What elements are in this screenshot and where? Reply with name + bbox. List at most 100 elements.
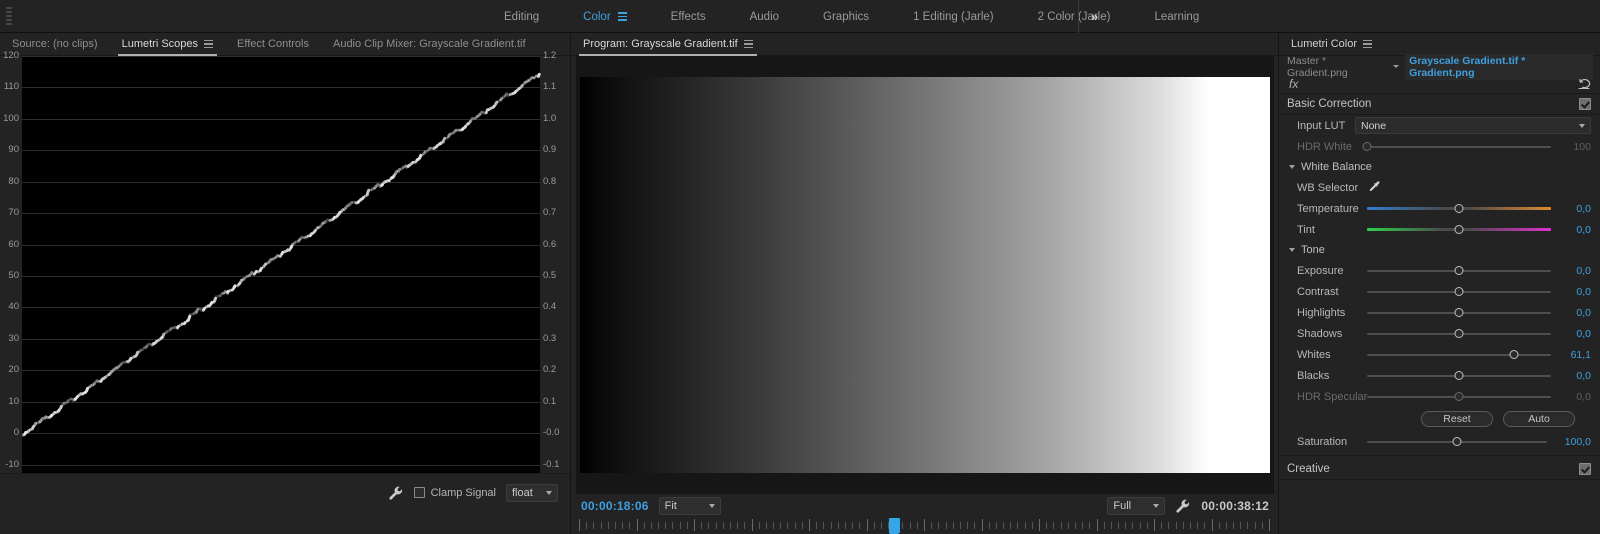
clamp-signal-label: Clamp Signal — [430, 486, 496, 499]
timeline-scrubber[interactable] — [576, 518, 1274, 534]
saturation-slider[interactable] — [1367, 435, 1547, 449]
saturation-value[interactable]: 100,0 — [1547, 436, 1591, 448]
slider-knob[interactable] — [1454, 308, 1464, 317]
scope-right-tick: 0.1 — [543, 395, 557, 407]
scope-format-value: float — [512, 486, 533, 499]
left-panel-tab-2[interactable]: Effect Controls — [225, 33, 321, 56]
hamburger-icon[interactable] — [617, 12, 627, 21]
tab-lumetri-color[interactable]: Lumetri Color — [1279, 33, 1384, 56]
tone-slider-control[interactable] — [1367, 327, 1551, 341]
tab-program-monitor[interactable]: Program: Grayscale Gradient.tif — [571, 33, 765, 56]
input-lut-label: Input LUT — [1297, 119, 1346, 132]
workspace-tab-audio[interactable]: Audio — [728, 0, 801, 33]
eyedropper-icon[interactable] — [1367, 180, 1591, 196]
slider-knob[interactable] — [1454, 287, 1464, 296]
playback-resolution-dropdown[interactable]: Full — [1107, 497, 1166, 515]
current-timecode[interactable]: 00:00:18:06 — [581, 499, 649, 513]
reset-button[interactable]: Reset — [1421, 411, 1493, 427]
workspace-tab-1-editing-jarle-[interactable]: 1 Editing (Jarle) — [891, 0, 1016, 33]
tone-slider-value[interactable]: 61,1 — [1551, 349, 1591, 361]
ruler-tick — [1161, 522, 1163, 529]
ruler-tick — [1154, 519, 1155, 531]
hamburger-icon[interactable] — [1363, 39, 1373, 49]
wrench-icon[interactable] — [1175, 498, 1191, 514]
tone-slider-control[interactable] — [1367, 348, 1551, 362]
ruler-tick — [952, 522, 954, 529]
tone-slider-value[interactable]: 0,0 — [1551, 370, 1591, 382]
ruler-tick — [1269, 519, 1270, 531]
drag-handle-icon[interactable] — [2, 0, 16, 33]
subsection-white-balance[interactable]: White Balance — [1279, 157, 1600, 177]
slider-knob[interactable] — [1454, 204, 1464, 213]
section-creative[interactable]: Creative — [1279, 459, 1600, 480]
auto-button[interactable]: Auto — [1503, 411, 1575, 427]
ruler-tick — [1060, 522, 1062, 529]
tone-slider-value[interactable]: 0,0 — [1551, 307, 1591, 319]
wrench-icon[interactable] — [388, 485, 404, 501]
basic-correction-title: Basic Correction — [1287, 98, 1372, 110]
subsection-tone[interactable]: Tone — [1279, 240, 1600, 260]
ruler-tick — [995, 522, 997, 529]
workspace-tab-editing[interactable]: Editing — [482, 0, 561, 33]
left-panel-tab-3[interactable]: Audio Clip Mixer: Grayscale Gradient.tif — [321, 33, 538, 56]
clamp-signal-checkbox[interactable] — [413, 487, 425, 498]
zoom-level-dropdown[interactable]: Fit — [658, 497, 721, 515]
chevron-down-icon[interactable] — [1393, 65, 1400, 68]
tone-slider-control[interactable] — [1367, 264, 1551, 278]
hamburger-icon[interactable] — [204, 39, 214, 49]
tone-slider-value[interactable]: 0,0 — [1551, 286, 1591, 298]
scope-right-tick: 1.1 — [543, 81, 557, 93]
slider-knob[interactable] — [1452, 437, 1462, 446]
scope-left-tick: 70 — [8, 207, 19, 219]
slider-knob[interactable] — [1454, 329, 1464, 338]
workspace-tab-2-color-jarle-[interactable]: 2 Color (Jarle) — [1016, 0, 1133, 33]
creative-enable-checkbox[interactable] — [1579, 463, 1591, 475]
ruler-tick — [1247, 522, 1249, 529]
scope-left-tick: -10 — [5, 458, 19, 470]
tone-slider-value[interactable]: 0,0 — [1551, 265, 1591, 277]
section-basic-correction[interactable]: Basic Correction — [1279, 94, 1600, 115]
left-panel-tab-1[interactable]: Lumetri Scopes — [110, 33, 225, 56]
white-balance-title: White Balance — [1301, 161, 1372, 173]
tint-row: Tint 0,0 — [1279, 219, 1600, 240]
tone-slider-control[interactable] — [1367, 306, 1551, 320]
duration-timecode[interactable]: 00:00:38:12 — [1201, 499, 1269, 513]
time-ruler[interactable] — [576, 518, 1274, 534]
ruler-tick — [859, 522, 861, 529]
tone-slider-value[interactable]: 0,0 — [1551, 328, 1591, 340]
slider-knob[interactable] — [1454, 225, 1464, 234]
workspace-tab-label: Audio — [749, 10, 780, 23]
basic-correction-enable-checkbox[interactable] — [1579, 98, 1591, 110]
temperature-label: Temperature — [1297, 202, 1359, 215]
hamburger-icon[interactable] — [743, 39, 753, 49]
active-clip-label[interactable]: Grayscale Gradient.tif * Gradient.png — [1405, 53, 1593, 80]
workspace-tab-color[interactable]: Color — [561, 0, 648, 33]
undo-icon[interactable] — [1577, 76, 1591, 93]
temperature-slider[interactable] — [1367, 202, 1551, 216]
slider-knob[interactable] — [1509, 350, 1519, 359]
tone-slider-control[interactable] — [1367, 285, 1551, 299]
workspace-tabs: Editing Color Effects Audio Graphics 1 Editin… — [482, 0, 1221, 33]
input-lut-row: Input LUT None — [1279, 115, 1600, 136]
master-clip-label[interactable]: Master * Gradient.png — [1287, 55, 1387, 79]
tone-slider-control[interactable] — [1367, 369, 1551, 383]
ruler-tick — [729, 522, 731, 529]
tint-slider[interactable] — [1367, 223, 1551, 237]
scope-format-dropdown[interactable]: float — [506, 483, 558, 502]
scope-display-area[interactable]: 1201101009080706050403020100-10-20 1.21.… — [0, 51, 570, 534]
slider-knob[interactable] — [1454, 371, 1464, 380]
workspace-tab-effects[interactable]: Effects — [649, 0, 728, 33]
workspace-overflow-button[interactable]: » — [1078, 0, 1109, 33]
slider-knob[interactable] — [1454, 266, 1464, 275]
playhead-marker[interactable] — [888, 518, 900, 534]
scope-gridline — [22, 244, 540, 246]
tint-value[interactable]: 0,0 — [1551, 224, 1591, 236]
input-lut-dropdown[interactable]: None — [1355, 117, 1591, 134]
clamp-signal-control[interactable]: Clamp Signal — [413, 486, 496, 499]
temperature-value[interactable]: 0,0 — [1551, 203, 1591, 215]
ruler-tick — [1017, 522, 1019, 529]
waveform-canvas[interactable] — [21, 56, 542, 497]
workspace-tab-learning[interactable]: Learning — [1132, 0, 1221, 33]
program-monitor-viewport[interactable] — [576, 56, 1274, 494]
workspace-tab-graphics[interactable]: Graphics — [801, 0, 891, 33]
